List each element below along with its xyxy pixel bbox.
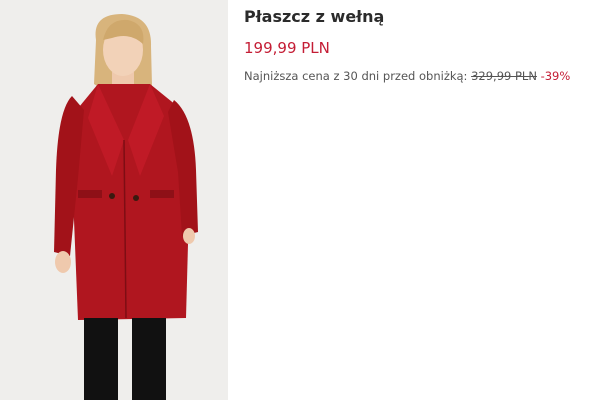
model-illustration [54, 14, 198, 400]
product-title[interactable]: Płaszcz z wełną [244, 6, 592, 28]
product-info: Płaszcz z wełną 199,99 PLN Najniższa cen… [244, 6, 592, 84]
product-price: 199,99 PLN [244, 39, 330, 57]
product-image[interactable] [0, 0, 228, 400]
old-price: 329,99 PLN [471, 69, 537, 83]
lowest-price-label: Najniższa cena z 30 dni przed obniżką: [244, 69, 468, 83]
lowest-price-info: Najniższa cena z 30 dni przed obniżką: 3… [244, 68, 592, 84]
discount-badge: -39% [540, 69, 571, 83]
